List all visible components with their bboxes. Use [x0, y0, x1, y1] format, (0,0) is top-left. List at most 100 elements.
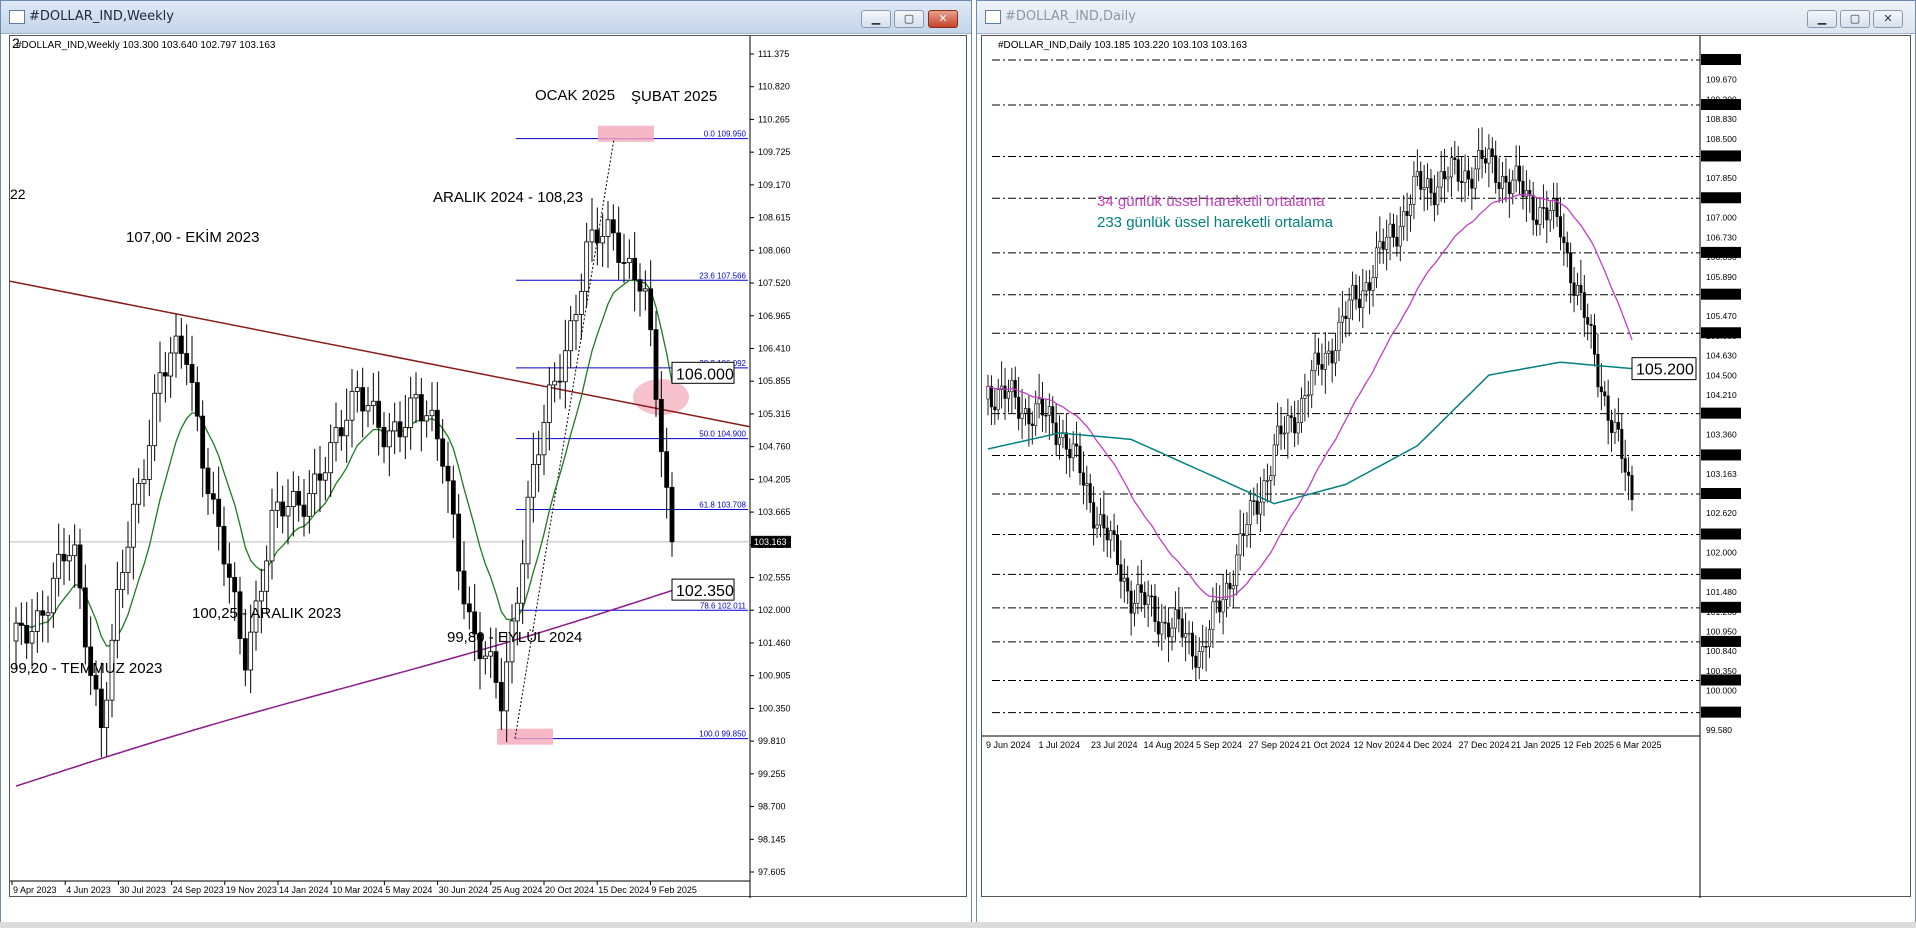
candle-body: [1272, 444, 1276, 477]
candle-body: [1122, 577, 1126, 582]
candle-body: [1177, 609, 1181, 620]
candle-body: [370, 400, 376, 406]
price-tick-label: 111.375: [758, 49, 789, 59]
candle-body: [114, 589, 120, 641]
candle-body: [466, 603, 472, 613]
candle-body: [232, 576, 238, 593]
status-bar: [0, 922, 1916, 928]
candle-body: [173, 335, 179, 354]
candle-body: [104, 699, 110, 729]
maximize-button[interactable]: ▢: [1840, 10, 1870, 28]
candle-body: [77, 544, 83, 589]
candle-body: [61, 553, 67, 562]
price-tick-label: 105.890: [1706, 272, 1737, 282]
candle-body: [653, 329, 659, 400]
candle-body: [525, 496, 531, 565]
candle-body: [1378, 241, 1382, 249]
candle-body: [168, 352, 174, 377]
candle-body: [1293, 417, 1297, 434]
price-tick-label: 109.670: [1706, 75, 1737, 85]
close-button[interactable]: ✕: [928, 10, 958, 28]
candle-body: [1269, 475, 1273, 481]
candle-body: [1586, 317, 1590, 325]
weekly-chart-window[interactable]: #DOLLAR_IND,Weekly ▁ ▢ ✕ #DOLLAR_IND,Wee…: [0, 0, 972, 928]
level-price-marker: [1701, 601, 1741, 613]
candle-body: [1610, 420, 1614, 433]
candle-body: [429, 409, 435, 417]
fib-level-label: 50.0 104.900: [699, 430, 746, 439]
weekly-candlestick-chart[interactable]: #DOLLAR_IND,Weekly 103.300 103.640 102.7…: [9, 35, 968, 898]
price-tick-label: 103.665: [758, 507, 791, 517]
candle-body: [1156, 621, 1160, 635]
candle-body: [1412, 175, 1416, 205]
candle-body: [1439, 171, 1443, 188]
daily-chart-window[interactable]: #DOLLAR_IND,Daily ▁ ▢ ✕ #DOLLAR_IND,Dail…: [976, 0, 1916, 928]
candle-body: [1023, 408, 1027, 414]
candle-body: [296, 491, 302, 506]
minimize-button[interactable]: ▁: [861, 10, 891, 28]
date-tick-label: 27 Dec 2024: [1459, 740, 1510, 750]
candle-body: [1599, 386, 1603, 393]
candle-body: [520, 563, 526, 604]
close-button[interactable]: ✕: [1873, 10, 1903, 28]
chart-annotation: 100,25 - ARALIK 2023: [192, 605, 341, 622]
candle-body: [1623, 458, 1627, 473]
candle-body: [1405, 211, 1409, 216]
daily-candlestick-chart[interactable]: #DOLLAR_IND,Daily 103.185 103.220 103.10…: [982, 36, 1912, 898]
candle-body: [136, 483, 142, 505]
date-tick-label: 5 May 2024: [385, 885, 432, 895]
candle-body: [178, 335, 184, 354]
daily-plot-area[interactable]: #DOLLAR_IND,Daily 103.185 103.220 103.10…: [981, 35, 1912, 898]
candle-body: [552, 380, 558, 386]
candle-body: [1460, 181, 1464, 184]
candle-body: [632, 257, 638, 281]
minimize-button[interactable]: ▁: [1807, 10, 1837, 28]
candle-body: [50, 577, 56, 614]
date-tick-label: 20 Oct 2024: [545, 885, 594, 895]
chart-window-icon: [985, 10, 1001, 24]
price-tick-label: 100.350: [758, 703, 791, 713]
candle-body: [40, 610, 46, 616]
candle-body: [1129, 590, 1133, 614]
candle-body: [1006, 391, 1010, 399]
price-tick-label: 102.000: [1706, 548, 1737, 558]
maximize-button[interactable]: ▢: [894, 10, 924, 28]
candle-body: [130, 503, 136, 548]
price-tick-label: 100.950: [1706, 626, 1737, 636]
candle-body: [1207, 629, 1211, 648]
candle-body: [1483, 158, 1487, 164]
candle-body: [1306, 394, 1310, 397]
candle-body: [1596, 353, 1600, 388]
candle-body: [1136, 584, 1140, 604]
level-price-marker: [1701, 674, 1741, 686]
chart-annotation: 2: [12, 36, 20, 51]
candle-body: [1541, 207, 1545, 209]
candle-body: [1058, 437, 1062, 445]
candle-body: [1620, 428, 1624, 459]
price-tick-label: 109.725: [758, 147, 791, 157]
date-tick-label: 9 Feb 2025: [651, 885, 697, 895]
candle-body: [1398, 226, 1402, 247]
candle-body: [248, 631, 254, 671]
candle-body: [589, 229, 595, 243]
candle-body: [72, 544, 78, 557]
weekly-titlebar[interactable]: #DOLLAR_IND,Weekly ▁ ▢ ✕: [1, 1, 971, 34]
weekly-plot-area[interactable]: #DOLLAR_IND,Weekly 103.300 103.640 102.7…: [9, 35, 968, 898]
candle-body: [1105, 527, 1109, 541]
price-tick-label: 98.700: [758, 802, 786, 812]
daily-titlebar[interactable]: #DOLLAR_IND,Daily ▁ ▢ ✕: [977, 1, 1915, 34]
candle-body: [381, 427, 387, 448]
candle-body: [189, 364, 195, 383]
candle-body: [205, 467, 211, 495]
candle-body: [1211, 601, 1215, 630]
chart-annotation: ARALIK 2024 - 108,23: [433, 189, 583, 206]
candle-body: [1579, 284, 1583, 293]
level-price-marker: [1701, 568, 1741, 580]
candle-body: [488, 651, 494, 657]
candle-body: [1466, 170, 1470, 180]
candle-body: [1391, 223, 1395, 238]
date-tick-label: 23 Jul 2024: [1091, 740, 1138, 750]
weekly-symbol-header: #DOLLAR_IND,Weekly 103.300 103.640 102.7…: [16, 40, 276, 51]
candle-body: [626, 257, 632, 264]
candle-body: [1364, 282, 1368, 292]
